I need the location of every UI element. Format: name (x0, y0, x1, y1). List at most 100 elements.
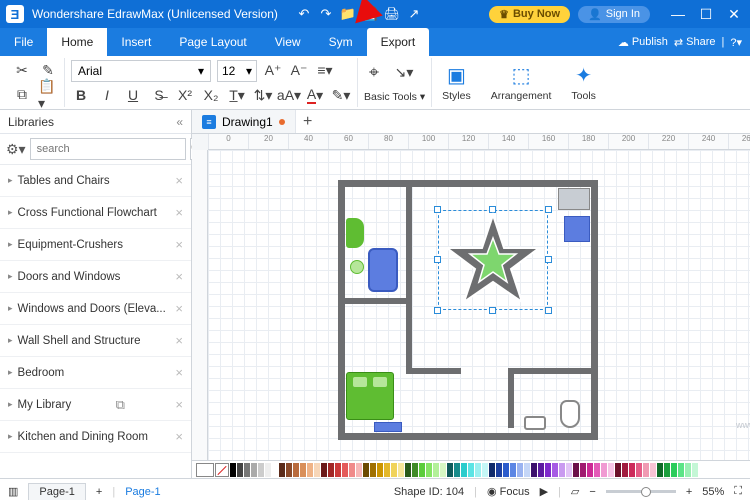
color-swatch[interactable] (601, 463, 607, 477)
fit-window-icon[interactable]: ⛶ (734, 485, 742, 498)
color-swatch[interactable] (503, 463, 509, 477)
close-library-icon[interactable]: × (175, 237, 183, 252)
canvas[interactable] (208, 150, 750, 460)
color-swatch[interactable] (370, 463, 376, 477)
floorplan-shape[interactable] (338, 180, 598, 440)
app-logo[interactable]: Ǝ (6, 5, 24, 23)
menu-file[interactable]: File (0, 28, 47, 56)
highlight-icon[interactable]: ✎▾ (331, 85, 351, 105)
play-button[interactable]: ▶ (540, 485, 548, 498)
color-swatch[interactable] (279, 463, 285, 477)
color-swatch[interactable] (237, 463, 243, 477)
copy-icon[interactable]: ⧉ (12, 85, 32, 105)
close-library-icon[interactable]: × (175, 269, 183, 284)
close-library-icon[interactable]: × (175, 429, 183, 444)
library-item[interactable]: ▸My Library⧉× (0, 389, 191, 421)
library-item[interactable]: ▸Wall Shell and Structure× (0, 325, 191, 357)
font-color-icon[interactable]: A▾ (305, 85, 325, 105)
save-icon[interactable]: 💾 (362, 6, 378, 22)
color-swatch[interactable] (398, 463, 404, 477)
undo-icon[interactable]: ↶ (296, 6, 312, 22)
color-swatch[interactable] (363, 463, 369, 477)
folder-icon[interactable]: 📁 (340, 6, 356, 22)
color-swatch[interactable] (321, 463, 327, 477)
strike-button[interactable]: S̶ (149, 85, 169, 105)
close-library-icon[interactable]: × (175, 301, 183, 316)
paste-icon[interactable]: 📋▾ (38, 85, 58, 105)
color-swatch[interactable] (342, 463, 348, 477)
focus-button[interactable]: ◉ Focus (487, 485, 530, 498)
zoom-in-button[interactable]: + (686, 486, 692, 498)
color-swatch[interactable] (391, 463, 397, 477)
resize-handle[interactable] (434, 256, 441, 263)
underline-button[interactable]: U (123, 85, 143, 105)
color-swatch[interactable] (475, 463, 481, 477)
color-swatch[interactable] (664, 463, 670, 477)
library-item[interactable]: ▸Bedroom× (0, 357, 191, 389)
no-fill-icon[interactable] (215, 463, 229, 477)
print-icon[interactable]: 🖨 (384, 6, 400, 22)
maximize-button[interactable]: ☐ (696, 6, 716, 23)
color-swatch[interactable] (244, 463, 250, 477)
zoom-level[interactable]: 55% (702, 486, 724, 498)
tools-button[interactable]: ✦Tools (561, 58, 606, 107)
library-item[interactable]: ▸Windows and Doors (Eleva...× (0, 293, 191, 325)
color-swatch[interactable] (545, 463, 551, 477)
color-swatch[interactable] (405, 463, 411, 477)
text-effects-icon[interactable]: T̲▾ (227, 85, 247, 105)
tv-shape[interactable] (374, 422, 402, 432)
sink-shape[interactable] (524, 416, 546, 430)
color-swatch[interactable] (440, 463, 446, 477)
color-swatch[interactable] (531, 463, 537, 477)
color-swatch[interactable] (293, 463, 299, 477)
color-swatch[interactable] (685, 463, 691, 477)
basic-tools-label[interactable]: Basic Tools ▾ (364, 91, 425, 103)
color-swatch[interactable] (657, 463, 663, 477)
resize-handle[interactable] (545, 206, 552, 213)
close-button[interactable]: ✕ (724, 6, 744, 23)
color-swatch[interactable] (447, 463, 453, 477)
color-swatch[interactable] (412, 463, 418, 477)
color-swatch[interactable] (377, 463, 383, 477)
color-swatch[interactable] (419, 463, 425, 477)
pointer-tool-icon[interactable]: ⌖ (364, 62, 384, 82)
color-swatch[interactable] (461, 463, 467, 477)
color-swatch[interactable] (629, 463, 635, 477)
search-input[interactable] (30, 138, 186, 160)
color-swatch[interactable] (328, 463, 334, 477)
color-swatch[interactable] (258, 463, 264, 477)
color-swatch[interactable] (272, 463, 278, 477)
library-item[interactable]: ▸Equipment-Crushers× (0, 229, 191, 261)
color-swatch[interactable] (678, 463, 684, 477)
bed-shape[interactable] (346, 372, 394, 420)
grow-font-icon[interactable]: A⁺ (263, 61, 283, 81)
color-swatch[interactable] (573, 463, 579, 477)
resize-handle[interactable] (545, 256, 552, 263)
color-swatch[interactable] (594, 463, 600, 477)
shrink-font-icon[interactable]: A⁻ (289, 61, 309, 81)
menu-symbols[interactable]: Sym (315, 28, 367, 56)
stool-shape[interactable] (350, 260, 364, 274)
menu-insert[interactable]: Insert (107, 28, 165, 56)
chair-shape[interactable] (346, 218, 364, 248)
document-tab[interactable]: ≡ Drawing1 (192, 110, 296, 133)
close-library-icon[interactable]: × (175, 397, 183, 412)
color-swatch[interactable] (356, 463, 362, 477)
color-swatch[interactable] (307, 463, 313, 477)
menu-home[interactable]: Home (47, 28, 107, 56)
italic-button[interactable]: I (97, 85, 117, 105)
color-swatch[interactable] (384, 463, 390, 477)
new-tab-button[interactable]: + (296, 110, 320, 133)
fit-page-icon[interactable]: ▱ (571, 485, 579, 498)
color-swatch[interactable] (587, 463, 593, 477)
color-swatch[interactable] (517, 463, 523, 477)
color-swatch[interactable] (643, 463, 649, 477)
toilet-shape[interactable] (560, 400, 580, 428)
color-swatch[interactable] (251, 463, 257, 477)
cut-icon[interactable]: ✂ (12, 60, 32, 80)
color-swatch[interactable] (636, 463, 642, 477)
bold-button[interactable]: B (71, 85, 91, 105)
external-icon[interactable]: ⧉ (116, 397, 125, 413)
color-swatch[interactable] (489, 463, 495, 477)
text-case-icon[interactable]: aA▾ (279, 85, 299, 105)
